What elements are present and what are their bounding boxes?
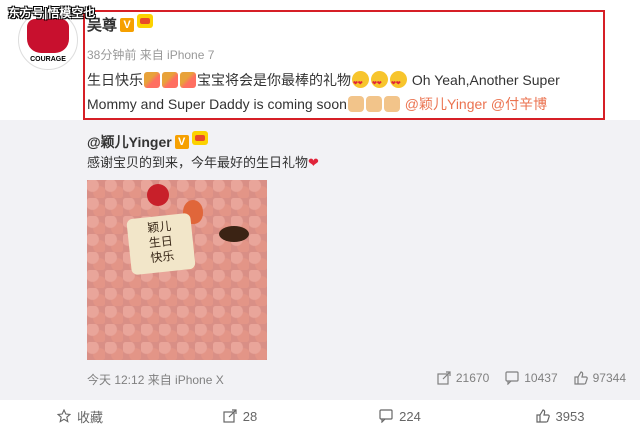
repost-button[interactable]: 28	[160, 409, 320, 424]
repost-footer: 今天 12:12 来自 iPhone X	[87, 373, 224, 387]
heart-icon: ❤	[308, 155, 319, 170]
action-bar: 收藏 28 224 3953	[0, 400, 640, 432]
comment-icon	[379, 409, 393, 423]
repost-text-content: 感谢宝贝的到来，今年最好的生日礼物	[87, 155, 309, 170]
verified-badge-icon: V	[174, 135, 189, 149]
highlight-box	[83, 10, 605, 120]
strawberry-icon	[147, 184, 169, 206]
comment-button-count: 224	[399, 408, 421, 424]
favorite-label: 收藏	[76, 409, 103, 425]
chocolate-decoration	[219, 226, 249, 242]
repost-block: @颖儿Yinger V 感谢宝贝的到来，今年最好的生日礼物❤ 颖儿 生日 快乐 今…	[0, 120, 640, 400]
comment-button[interactable]: 224	[320, 409, 480, 424]
watermark: 东方号|悟模空也	[8, 6, 96, 20]
avatar-shield-icon	[27, 19, 69, 53]
thumbs-up-icon	[574, 371, 588, 385]
repost-count-stat[interactable]: 21670	[437, 371, 489, 385]
share-icon	[437, 371, 451, 385]
cake-plaque: 颖儿 生日 快乐	[126, 212, 196, 276]
repost-username[interactable]: @颖儿Yinger V	[87, 131, 208, 152]
repost-stats: 21670 10437 97344	[437, 371, 626, 385]
avatar-text: COURAGE	[30, 56, 66, 63]
repost-text: 感谢宝贝的到来，今年最好的生日礼物❤	[87, 152, 319, 171]
comment-count-stat[interactable]: 10437	[505, 371, 558, 385]
like-button-count: 3953	[555, 408, 585, 424]
thumbs-up-icon	[535, 409, 550, 423]
like-count: 97344	[592, 371, 626, 385]
comment-icon	[505, 371, 519, 385]
favorite-button[interactable]: 收藏	[0, 407, 160, 426]
crown-icon	[191, 131, 208, 145]
repost-username-text[interactable]: @颖儿Yinger	[87, 134, 172, 150]
star-icon	[56, 409, 71, 423]
repost-button-count: 28	[242, 408, 258, 424]
like-button[interactable]: 3953	[480, 409, 640, 424]
like-count-stat[interactable]: 97344	[574, 371, 626, 385]
cake-image[interactable]: 颖儿 生日 快乐	[87, 180, 267, 360]
share-icon	[223, 409, 237, 423]
repost-count: 21670	[455, 371, 490, 385]
comment-count: 10437	[524, 371, 558, 385]
